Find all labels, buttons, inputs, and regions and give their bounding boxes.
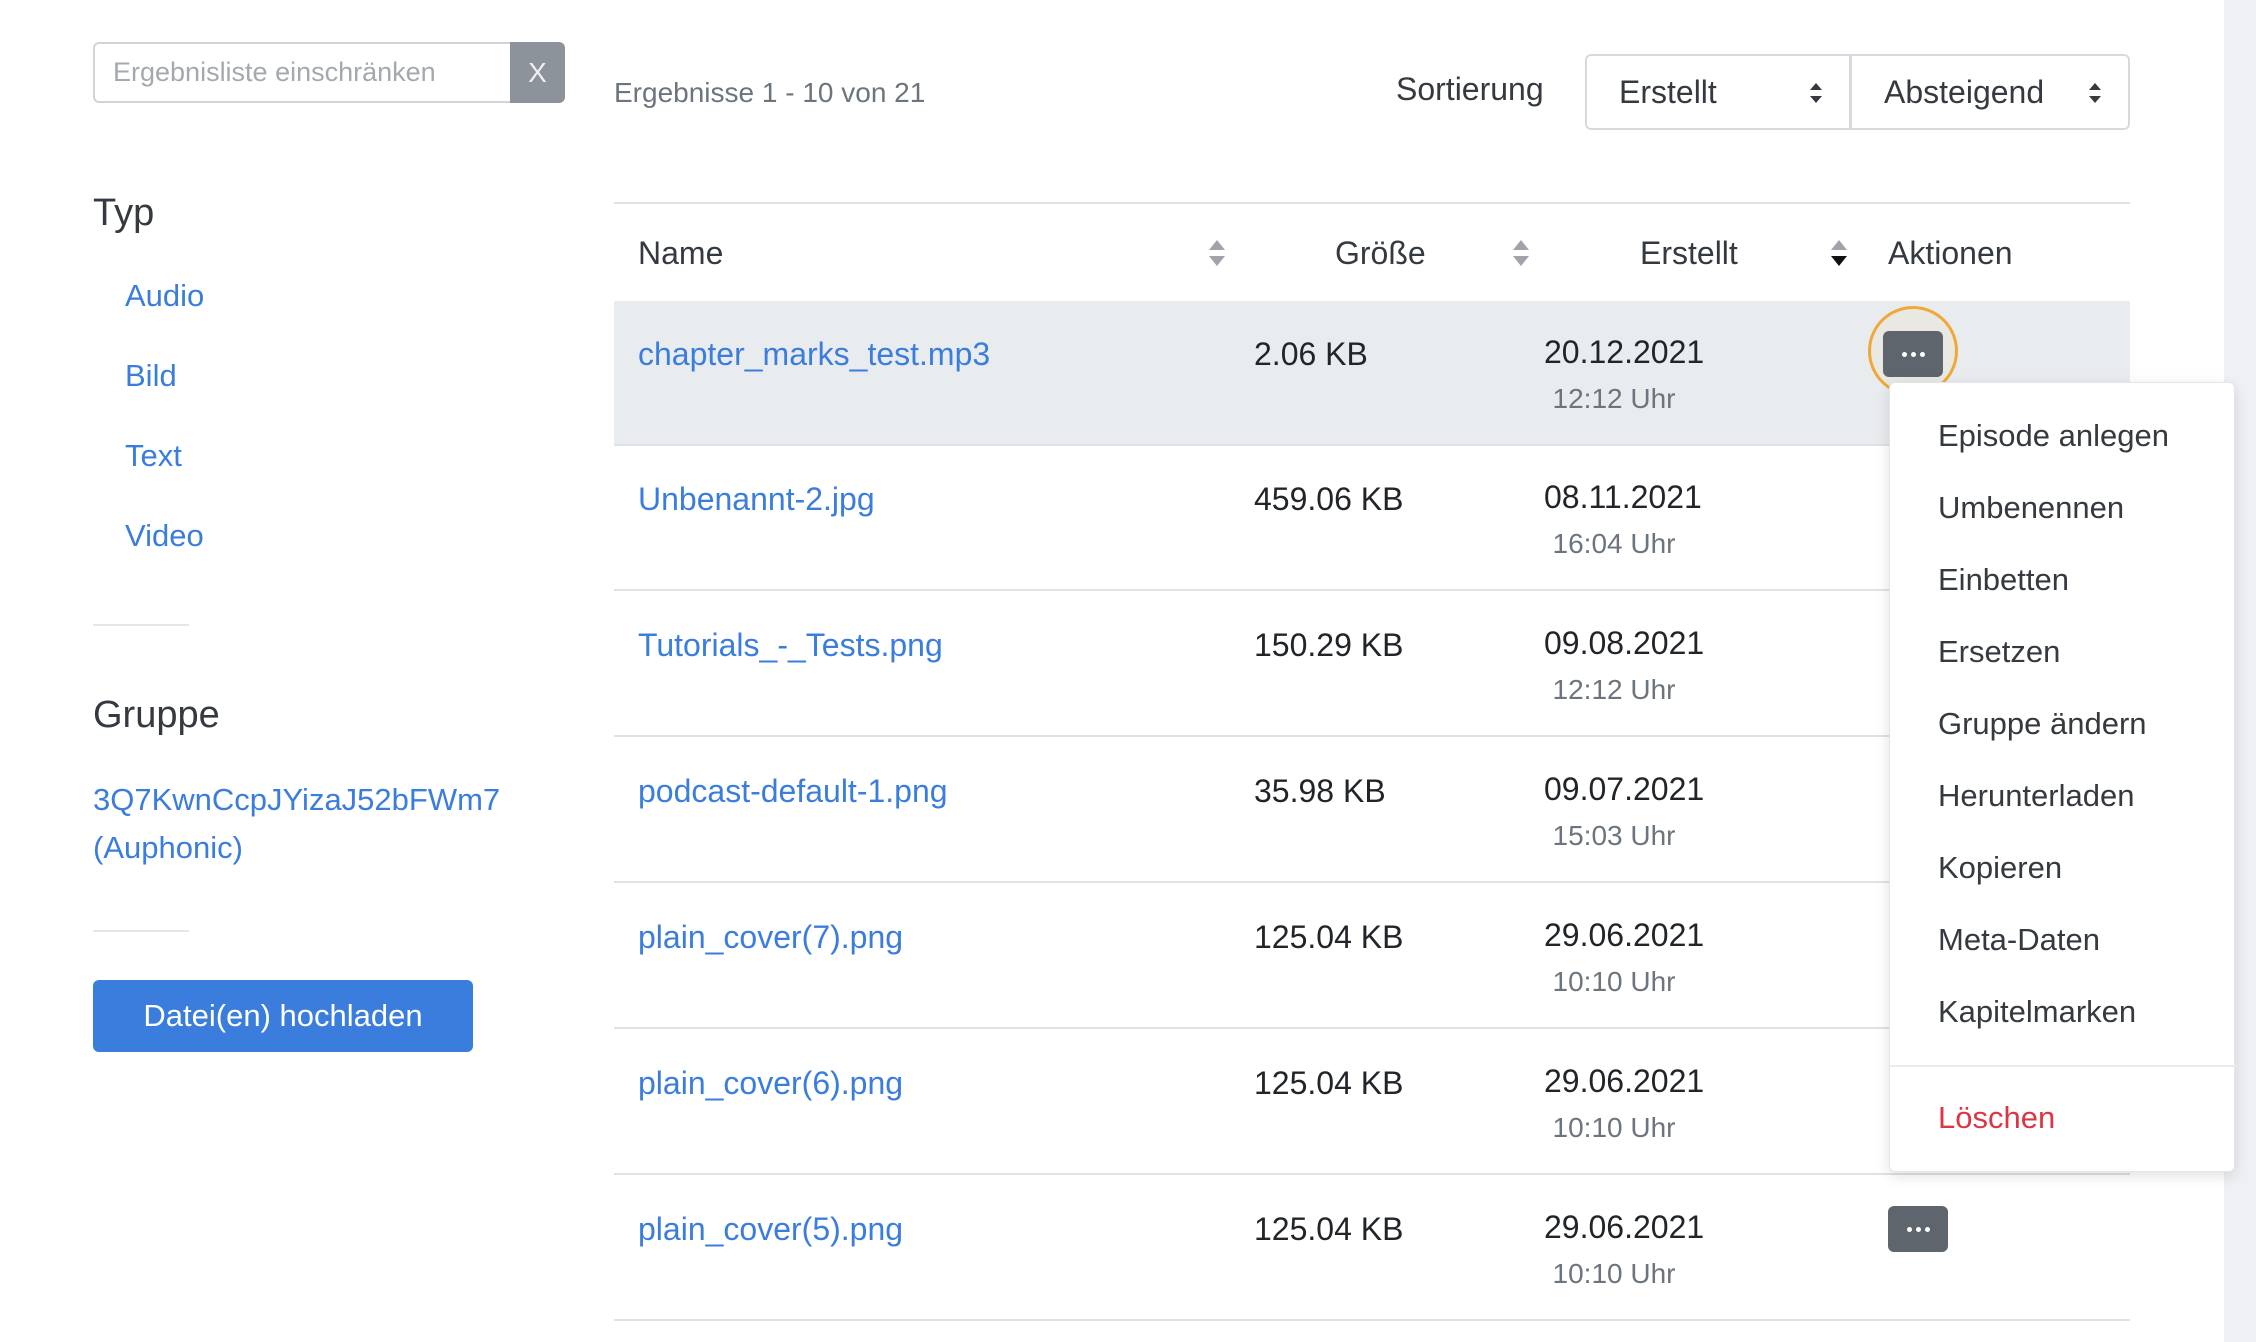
table-row: plain_cover(5).png 125.04 KB 29.06.2021 … [614,1176,2130,1321]
file-size: 150.29 KB [1254,627,1404,663]
menu-item-embed[interactable]: Einbetten [1938,562,2069,598]
created-date: 08.11.2021 [1544,479,1702,515]
created-time: 12:12 Uhr [1552,674,1676,705]
column-header-actions: Aktionen [1888,235,2013,271]
group-link-owner: (Auphonic) [93,830,243,865]
file-size: 2.06 KB [1254,336,1368,372]
menu-item-copy[interactable]: Kopieren [1938,850,2062,886]
group-link[interactable]: 3Q7KwnCcpJYizaJ52bFWm7 (Auphonic) [93,776,500,872]
search-input[interactable] [93,42,510,103]
row-actions-button[interactable] [1883,331,1943,377]
sort-field-value: Erstellt [1619,73,1717,110]
select-caret-icon [1810,83,1822,103]
sort-label: Sortierung [1396,71,1544,107]
created-time: 10:10 Uhr [1552,966,1676,997]
table-top-border [614,202,2130,204]
menu-item-metadata[interactable]: Meta-Daten [1938,922,2100,958]
created-date: 09.08.2021 [1544,625,1705,661]
type-link-text[interactable]: Text [125,438,182,474]
sort-order-select[interactable]: Absteigend [1850,54,2130,130]
file-name-link[interactable]: plain_cover(6).png [638,1065,903,1102]
file-name-link[interactable]: podcast-default-1.png [638,773,948,810]
menu-item-create-episode[interactable]: Episode anlegen [1938,418,2169,454]
type-link-video[interactable]: Video [125,518,204,554]
file-name-link[interactable]: Unbenannt-2.jpg [638,481,875,518]
created-date: 29.06.2021 [1544,1209,1705,1245]
created-date: 20.12.2021 [1544,334,1705,370]
menu-item-download[interactable]: Herunterladen [1938,778,2134,814]
ellipsis-icon [1906,1226,1930,1232]
sidebar-divider [93,624,189,626]
sidebar-divider [93,930,189,932]
column-header-created[interactable]: Erstellt [1640,235,1738,272]
clear-search-button[interactable]: X [510,42,565,103]
type-link-bild[interactable]: Bild [125,358,177,394]
row-actions-button[interactable] [1888,1206,1948,1252]
column-header-size[interactable]: Größe [1335,235,1426,272]
file-name-link[interactable]: plain_cover(5).png [638,1211,903,1248]
menu-item-chapter-marks[interactable]: Kapitelmarken [1938,994,2136,1030]
search-group: X [93,42,565,103]
upload-files-button[interactable]: Datei(en) hochladen [93,980,473,1052]
type-link-audio[interactable]: Audio [125,278,204,314]
created-time: 16:04 Uhr [1552,528,1676,559]
created-date: 29.06.2021 [1544,917,1705,953]
created-date: 29.06.2021 [1544,1063,1705,1099]
menu-item-rename[interactable]: Umbenennen [1938,490,2124,526]
menu-item-change-group[interactable]: Gruppe ändern [1938,706,2147,742]
sort-desc-icon[interactable] [1829,236,1849,270]
group-link-id: 3Q7KwnCcpJYizaJ52bFWm7 [93,782,501,817]
type-heading: Typ [93,192,155,234]
sort-both-icon[interactable] [1207,236,1227,270]
file-name-link[interactable]: chapter_marks_test.mp3 [638,336,990,373]
select-caret-icon [2089,83,2101,103]
created-time: 12:12 Uhr [1552,383,1676,414]
file-size: 125.04 KB [1254,919,1404,955]
file-name-link[interactable]: Tutorials_-_Tests.png [638,627,943,664]
group-heading: Gruppe [93,694,220,736]
created-time: 10:10 Uhr [1552,1258,1676,1289]
results-count: Ergebnisse 1 - 10 von 21 [614,77,926,108]
file-size: 35.98 KB [1254,773,1386,809]
file-name-link[interactable]: plain_cover(7).png [638,919,903,956]
sort-both-icon[interactable] [1511,236,1531,270]
ellipsis-icon [1901,351,1925,357]
sort-field-select[interactable]: Erstellt [1585,54,1851,130]
column-header-name[interactable]: Name [638,235,723,272]
menu-item-replace[interactable]: Ersetzen [1938,634,2060,670]
row-actions-menu: Episode anlegen Umbenennen Einbetten Ers… [1889,382,2236,1172]
sort-order-value: Absteigend [1884,73,2045,110]
menu-item-delete[interactable]: Löschen [1938,1100,2055,1136]
created-time: 15:03 Uhr [1552,820,1676,851]
file-size: 125.04 KB [1254,1065,1404,1101]
file-size: 125.04 KB [1254,1211,1404,1247]
menu-divider [1890,1065,2236,1067]
created-time: 10:10 Uhr [1552,1112,1676,1143]
created-date: 09.07.2021 [1544,771,1705,807]
file-size: 459.06 KB [1254,481,1404,517]
